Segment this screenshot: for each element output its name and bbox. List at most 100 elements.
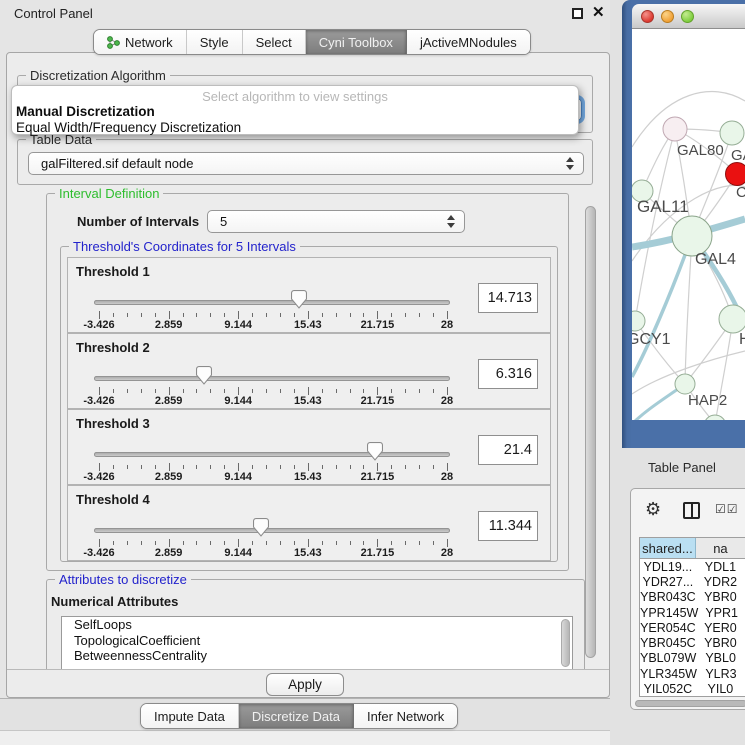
network-node[interactable] — [663, 117, 687, 141]
network-canvas[interactable]: GAL80 GA C GAL11 GAL4 GCY1 H HAP2 — [632, 29, 745, 420]
tick-mark — [419, 313, 420, 317]
tick-mark — [266, 465, 267, 469]
checkboxes-icon[interactable]: ☑☑ — [715, 502, 739, 516]
number-of-intervals-combobox[interactable]: 5 — [207, 210, 465, 233]
network-node[interactable] — [672, 216, 712, 256]
table-cell[interactable]: YDR2 — [696, 574, 745, 589]
attribute-item[interactable]: BetweennessCentrality — [62, 648, 572, 664]
table-row[interactable]: YER054CYER0 — [640, 620, 745, 635]
table-cell[interactable]: YDL19... — [640, 559, 696, 574]
table-cell[interactable]: YDL1 — [696, 559, 745, 574]
network-node[interactable] — [719, 305, 745, 333]
table-cell[interactable]: YBL079W — [640, 651, 696, 666]
network-window-titlebar[interactable] — [632, 4, 745, 29]
tick-mark — [141, 541, 142, 545]
column-header-shared-name[interactable]: shared... — [640, 538, 696, 558]
table-cell[interactable]: YDR27... — [640, 574, 696, 589]
slider-thumb[interactable] — [253, 518, 269, 537]
tab-network[interactable]: Network — [94, 30, 187, 54]
table-cell[interactable]: YLR345W — [640, 666, 697, 681]
slider-ticks — [99, 463, 447, 471]
tick-mark — [294, 313, 295, 317]
table-row[interactable]: YLR345WYLR3 — [640, 666, 745, 681]
threshold-value-field[interactable]: 14.713 — [478, 283, 538, 313]
table-cell[interactable]: YIL052C — [640, 681, 696, 696]
slider-track[interactable] — [94, 300, 450, 305]
zoom-traffic-light-icon[interactable] — [681, 10, 694, 23]
table-row[interactable]: YBR043CYBR0 — [640, 590, 745, 605]
slider-track[interactable] — [94, 528, 450, 533]
network-node[interactable] — [632, 311, 645, 331]
table-data-combobox[interactable]: galFiltered.sif default node — [28, 152, 584, 175]
interval-definition-group: Interval Definition Number of Intervals … — [46, 193, 569, 571]
table-cell[interactable]: YBR045C — [640, 635, 696, 650]
attribute-item[interactable]: SelfLoops — [62, 617, 572, 633]
slider-thumb[interactable] — [367, 442, 383, 461]
float-window-icon[interactable] — [572, 8, 583, 19]
table-cell[interactable]: YBR0 — [696, 590, 745, 605]
threshold-value-field[interactable]: 21.4 — [478, 435, 538, 465]
tick-mark — [127, 465, 128, 469]
table-cell[interactable]: YER054C — [640, 620, 696, 635]
network-view-window: GAL80 GA C GAL11 GAL4 GCY1 H HAP2 — [622, 0, 745, 448]
popup-option-equal-width[interactable]: Equal Width/Frequency Discretization — [12, 120, 578, 136]
tab-jactivemnodules[interactable]: jActiveMNodules — [407, 30, 530, 54]
table-cell[interactable]: YIL0 — [696, 681, 745, 696]
minimize-traffic-light-icon[interactable] — [661, 10, 674, 23]
tab-infer-network[interactable]: Infer Network — [354, 704, 457, 728]
table-cell[interactable]: YPR1 — [698, 605, 745, 620]
tick-mark — [308, 539, 309, 547]
tick-mark — [447, 387, 448, 395]
table-row[interactable]: YBL079WYBL0 — [640, 651, 745, 666]
table-cell[interactable]: YPR145W — [640, 605, 698, 620]
tick-mark — [363, 313, 364, 317]
gear-icon[interactable]: ⚙ — [645, 499, 661, 520]
table-cell[interactable]: YBR0 — [696, 635, 745, 650]
close-icon[interactable]: ✕ — [592, 3, 605, 21]
close-traffic-light-icon[interactable] — [641, 10, 654, 23]
network-icon — [107, 35, 120, 50]
tab-cyni-toolbox[interactable]: Cyni Toolbox — [306, 30, 407, 54]
horizontal-scrollbar[interactable] — [635, 700, 745, 707]
slider-track[interactable] — [94, 452, 450, 457]
tick-mark — [363, 541, 364, 545]
threshold-value-field[interactable]: 11.344 — [478, 511, 538, 541]
popup-option-manual-discretization[interactable]: Manual Discretization — [12, 104, 578, 120]
tab-impute-data[interactable]: Impute Data — [141, 704, 239, 728]
slider-track[interactable] — [94, 376, 450, 381]
tab-select[interactable]: Select — [243, 30, 306, 54]
tick-mark — [99, 387, 100, 395]
attribute-item[interactable]: TopologicalCoefficient — [62, 633, 572, 649]
tab-discretize-data[interactable]: Discretize Data — [239, 704, 354, 728]
slider-thumb[interactable] — [291, 290, 307, 309]
column-header-name[interactable]: na — [696, 538, 745, 558]
tick-mark — [419, 465, 420, 469]
network-node[interactable] — [704, 415, 726, 420]
slider-thumb[interactable] — [196, 366, 212, 385]
tick-mark — [238, 311, 239, 319]
table-cell[interactable]: YLR3 — [697, 666, 745, 681]
table-cell[interactable]: YER0 — [696, 620, 745, 635]
group-title: Discretization Algorithm — [26, 68, 170, 83]
network-node[interactable] — [675, 374, 695, 394]
numerical-attributes-list[interactable]: SelfLoopsTopologicalCoefficientBetweenne… — [61, 616, 573, 670]
table-cell[interactable]: YBR043C — [640, 590, 696, 605]
table-cell[interactable]: YBL0 — [696, 651, 745, 666]
threshold-value-field[interactable]: 6.316 — [478, 359, 538, 389]
table-row[interactable]: YDR27...YDR2 — [640, 574, 745, 589]
threshold-row: Threshold 1 -3.4262.8599.14415.4321.7152… — [67, 257, 551, 333]
table-row[interactable]: YDL19...YDL1 — [640, 559, 745, 574]
columns-icon[interactable] — [683, 502, 700, 519]
table-row[interactable]: YBR045CYBR0 — [640, 635, 745, 650]
table-row[interactable]: YIL052CYIL0 — [640, 681, 745, 696]
table-toolbar: ⚙ ☑☑ — [631, 489, 745, 533]
panel-scrollbar[interactable] — [585, 206, 596, 658]
apply-button[interactable]: Apply — [266, 673, 344, 696]
network-node-selected[interactable] — [726, 163, 745, 186]
tick-mark — [405, 313, 406, 317]
tick-mark — [280, 541, 281, 545]
list-scrollbar[interactable] — [561, 619, 570, 667]
table-row[interactable]: YPR145WYPR1 — [640, 605, 745, 620]
tab-style[interactable]: Style — [187, 30, 243, 54]
tick-mark — [155, 313, 156, 317]
